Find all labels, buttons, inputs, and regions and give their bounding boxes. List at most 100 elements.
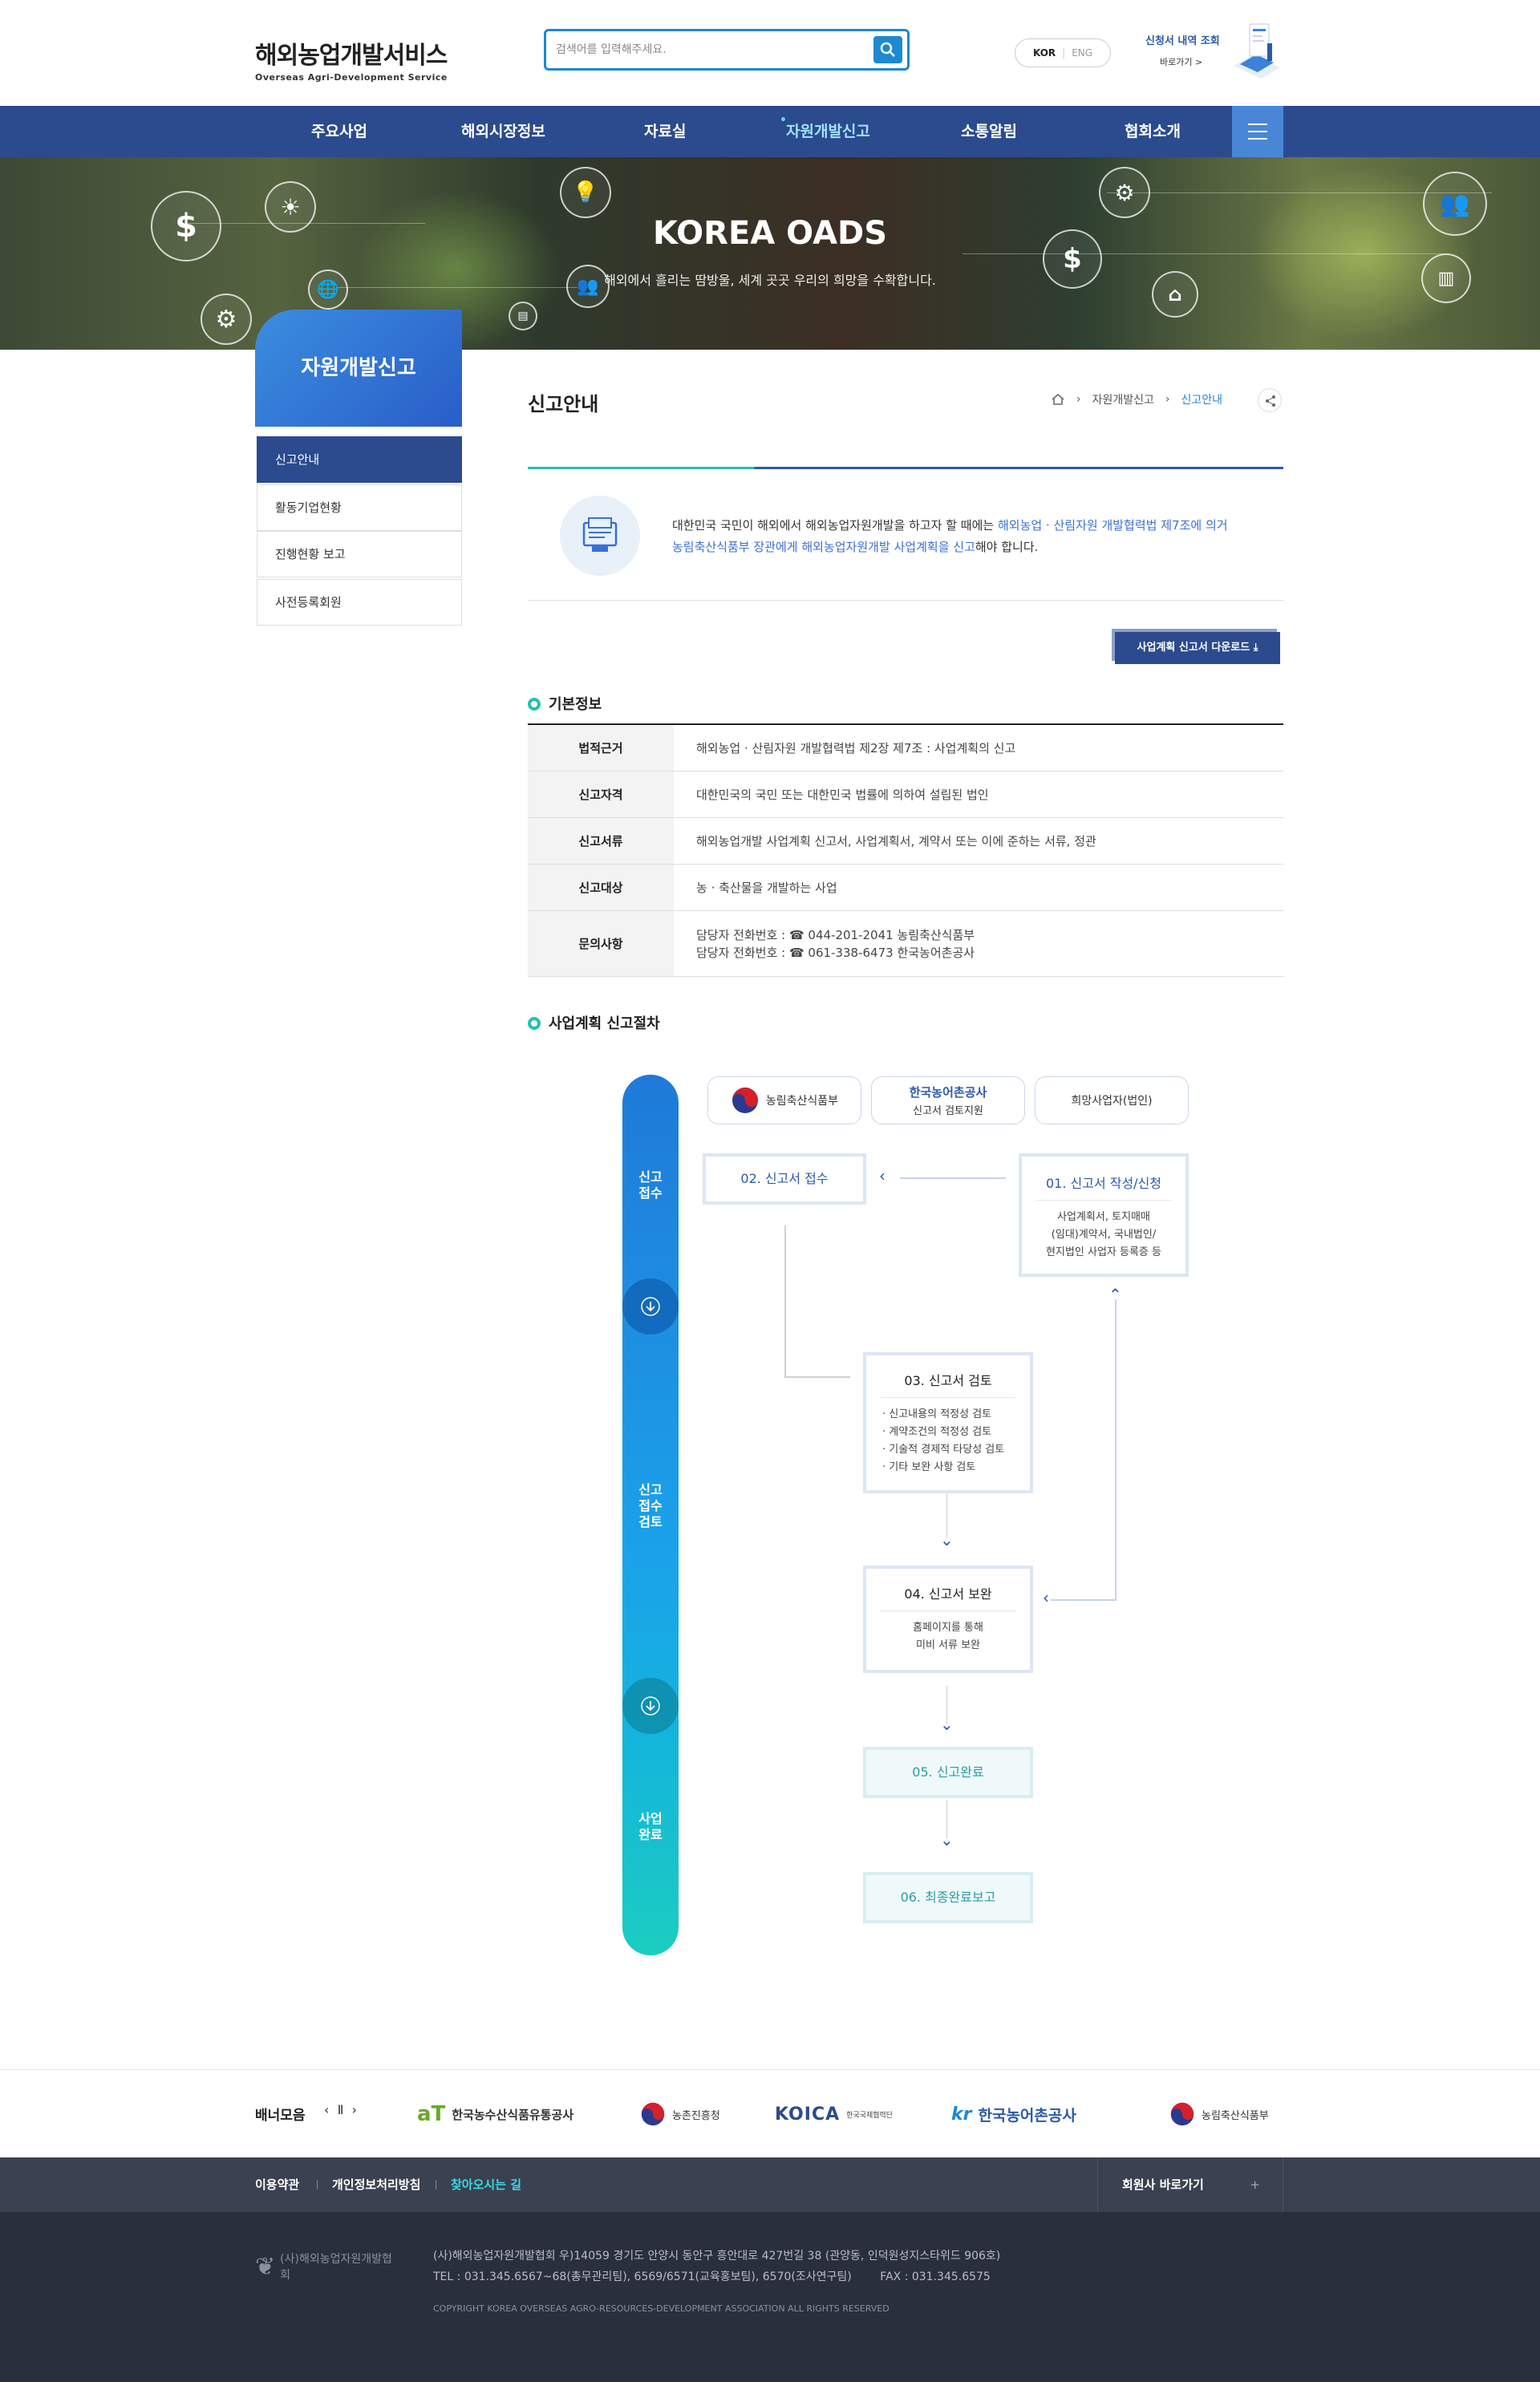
step-1-title: 01. 신고서 작성/신청 xyxy=(1045,1176,1162,1191)
connector xyxy=(784,1225,786,1378)
nav-resource-report-label: 자원개발신고 xyxy=(786,123,870,140)
hero-subtitle: 해외에서 흘리는 땀방울, 세계 곳곳 우리의 희망을 수확합니다. xyxy=(604,273,936,288)
breadcrumb: › 자원개발신고 › 신고안내 xyxy=(1051,391,1222,407)
step-1-body: 사업계획서, 토지매매 (임대)계약서, 국내법인/ 현지법인 사업자 등록증 … xyxy=(1046,1211,1161,1258)
table-header: 법적근거 xyxy=(528,725,674,771)
arrow-left-icon: ‹ xyxy=(1043,1588,1049,1607)
home-icon[interactable] xyxy=(1051,393,1065,406)
footer-divider xyxy=(317,2180,318,2190)
arrow-up-icon: ⌃ xyxy=(1108,1285,1122,1304)
hamburger-icon xyxy=(1248,124,1267,125)
association-logo-icon: ❦ xyxy=(255,2252,276,2281)
nav-overseas-market[interactable]: 해외시장정보 xyxy=(461,106,545,157)
banner-next-icon[interactable]: › xyxy=(352,2102,357,2117)
banner-prev-icon[interactable]: ‹ xyxy=(324,2102,329,2117)
share-button[interactable] xyxy=(1258,388,1282,412)
banner-mafra[interactable]: 농림축산식품부 xyxy=(1169,2094,1269,2134)
org-applicant: 희망사업자(법인) xyxy=(1035,1076,1189,1124)
list-item: · 계약조건의 적정성 검토 xyxy=(882,1426,992,1438)
breadcrumb-item[interactable]: 자원개발신고 xyxy=(1092,391,1154,407)
list-item: · 신고내용의 적정성 검토 xyxy=(882,1408,992,1420)
logo-subtitle: Overseas Agri-Development Service xyxy=(255,72,448,83)
intro-text-1: 대한민국 국민이 해외에서 해외농업자원개발을 하고자 할 때에는 xyxy=(672,518,998,533)
step-3-item: 신고내용의 적정성 검토 xyxy=(889,1408,992,1420)
taegeuk-icon xyxy=(641,2102,665,2126)
org-krc-label: 한국농어촌공사 xyxy=(909,1085,987,1100)
banner-pause-icon[interactable]: Ⅱ xyxy=(338,2102,344,2117)
footer-terms-link[interactable]: 이용약관 xyxy=(255,2157,299,2212)
side-item-progress-report[interactable]: 진행현황 보고 xyxy=(257,531,462,577)
banner-at[interactable]: aT 한국농수산식품유통공사 xyxy=(417,2094,573,2134)
footer-copyright: COPYRIGHT KOREA OVERSEAS AGRO-RESOURCES-… xyxy=(433,2303,890,2314)
step-4-title: 04. 신고서 보완 xyxy=(904,1586,992,1602)
apply-lookup[interactable]: 신청서 내역 조회 바로가기 > xyxy=(1145,32,1242,68)
contact-phone-1: 담당자 전화번호 : ☎ 044-201-2041 농림축산식품부 xyxy=(696,927,975,942)
step-2-title: 02. 신고서 접수 xyxy=(740,1171,829,1186)
step-4-body: 홈페이지를 통해 미비 서류 보완 xyxy=(913,1622,983,1651)
breadcrumb-current[interactable]: 신고안내 xyxy=(1181,391,1223,407)
table-row: 신고대상 농 · 축산물을 개발하는 사업 xyxy=(528,865,1283,911)
banner-strip: 배너모음 ‹ Ⅱ › aT 한국농수산식품유통공사 농촌진흥청 KOICA 한국국제… xyxy=(0,2069,1540,2157)
connector xyxy=(1115,1299,1116,1599)
footer-privacy-link[interactable]: 개인정보처리방침 xyxy=(332,2157,420,2212)
phase-arrow xyxy=(622,1278,679,1335)
nav-archive[interactable]: 자료실 xyxy=(644,106,686,157)
org-krc-sub: 신고서 검토지원 xyxy=(913,1105,983,1117)
banner-rda[interactable]: 농촌진흥청 xyxy=(640,2094,720,2134)
gear-icon: ⚙ xyxy=(1099,167,1150,218)
phase-review: 신고 접수 검토 xyxy=(638,1482,663,1529)
footer-directions-link[interactable]: 찾아오시는 길 xyxy=(451,2157,521,2212)
footer-logo-text: (사)해외농업자원개발협회 xyxy=(280,2253,392,2282)
family-site-select[interactable]: 회원사 바로가기 + xyxy=(1097,2157,1283,2212)
step-3-list: · 신고내용의 적정성 검토 · 계약조건의 적정성 검토 · 기술적 경제적 … xyxy=(866,1406,1030,1477)
download-label: 사업계획 신고서 다운로드 xyxy=(1137,642,1250,654)
family-site-label: 회원사 바로가기 xyxy=(1122,2177,1204,2192)
side-item-report-guide[interactable]: 신고안내 xyxy=(257,436,462,483)
banner-koica[interactable]: KOICA 한국국제협력단 xyxy=(775,2094,893,2134)
logo-title: 해외농업개발서비스 xyxy=(255,42,448,70)
lang-divider: | xyxy=(1062,47,1066,59)
lang-kor[interactable]: KOR xyxy=(1033,47,1056,59)
table-row: 신고자격 대한민국의 국민 또는 대한민국 법률에 의하여 설립된 법인 xyxy=(528,772,1283,818)
download-icon: ⤓ xyxy=(1253,642,1258,654)
basic-info-table: 법적근거 해외농업 · 산림자원 개발협력법 제2장 제7조 : 사업계획의 신고… xyxy=(528,723,1283,977)
lang-eng[interactable]: ENG xyxy=(1072,47,1092,59)
list-item: · 기술적 경제적 타당성 검토 xyxy=(882,1444,1005,1456)
all-menu-button[interactable] xyxy=(1232,106,1283,157)
step-6-title: 06. 최종완료보고 xyxy=(900,1890,996,1905)
search-button[interactable] xyxy=(873,36,902,63)
divider xyxy=(528,600,1283,601)
table-header: 신고대상 xyxy=(528,865,674,910)
banner-krc[interactable]: kr 한국농어촌공사 xyxy=(951,2094,1076,2134)
nav-notice[interactable]: 소통알림 xyxy=(961,106,1017,157)
banner-at-label: 한국농수산식품유통공사 xyxy=(452,2107,574,2122)
step-3-item: 계약조건의 적정성 검토 xyxy=(889,1426,992,1438)
list-item: · 기타 보완 사항 검토 xyxy=(882,1461,976,1473)
arrow-left-icon: ‹ xyxy=(879,1166,886,1185)
search-input[interactable] xyxy=(556,38,853,62)
nav-about[interactable]: 협회소개 xyxy=(1125,106,1181,157)
footer-logo: ❦ (사)해외농업자원개발협회 xyxy=(255,2247,399,2286)
step-3-title: 03. 신고서 검토 xyxy=(904,1373,992,1388)
org-ministry-label: 농림축산식품부 xyxy=(765,1095,839,1108)
connector xyxy=(1051,1599,1116,1601)
download-report-form-button[interactable]: 사업계획 신고서 다운로드 ⤓ xyxy=(1115,632,1280,664)
search-box xyxy=(544,29,910,71)
nav-resource-report[interactable]: • 자원개발신고 xyxy=(780,106,870,157)
footer-tel: TEL : 031.345.6567~68(총무관리팀), 6569/6571(… xyxy=(433,2271,991,2283)
side-item-active-companies[interactable]: 활동기업현황 xyxy=(257,484,462,531)
bullet-icon xyxy=(528,1017,541,1030)
site-logo[interactable]: 해외농업개발서비스 Overseas Agri-Development Serv… xyxy=(255,35,448,83)
header: 해외농업개발서비스 Overseas Agri-Development Serv… xyxy=(0,0,1540,106)
step-5-title: 05. 신고완료 xyxy=(912,1764,984,1780)
intro-text-law: 해외농업 · 산림자원 개발협력법 제7조에 의거 xyxy=(997,518,1228,533)
side-item-pre-registration[interactable]: 사전등록회원 xyxy=(257,579,462,626)
section-title-process: 사업계획 신고절차 xyxy=(528,1012,660,1033)
divider xyxy=(881,1397,1015,1398)
footer-address: (사)해외농업자원개발협회 우)14059 경기도 안양시 동안구 흥안대로 4… xyxy=(433,2250,1001,2262)
step-3-item: 기술적 경제적 타당성 검토 xyxy=(889,1444,1005,1456)
arrow-down-icon: ⌄ xyxy=(940,1530,954,1550)
nav-main-business[interactable]: 주요사업 xyxy=(311,106,367,157)
report-guide-icon xyxy=(560,496,640,576)
step-2-box: 02. 신고서 접수 xyxy=(703,1153,866,1205)
